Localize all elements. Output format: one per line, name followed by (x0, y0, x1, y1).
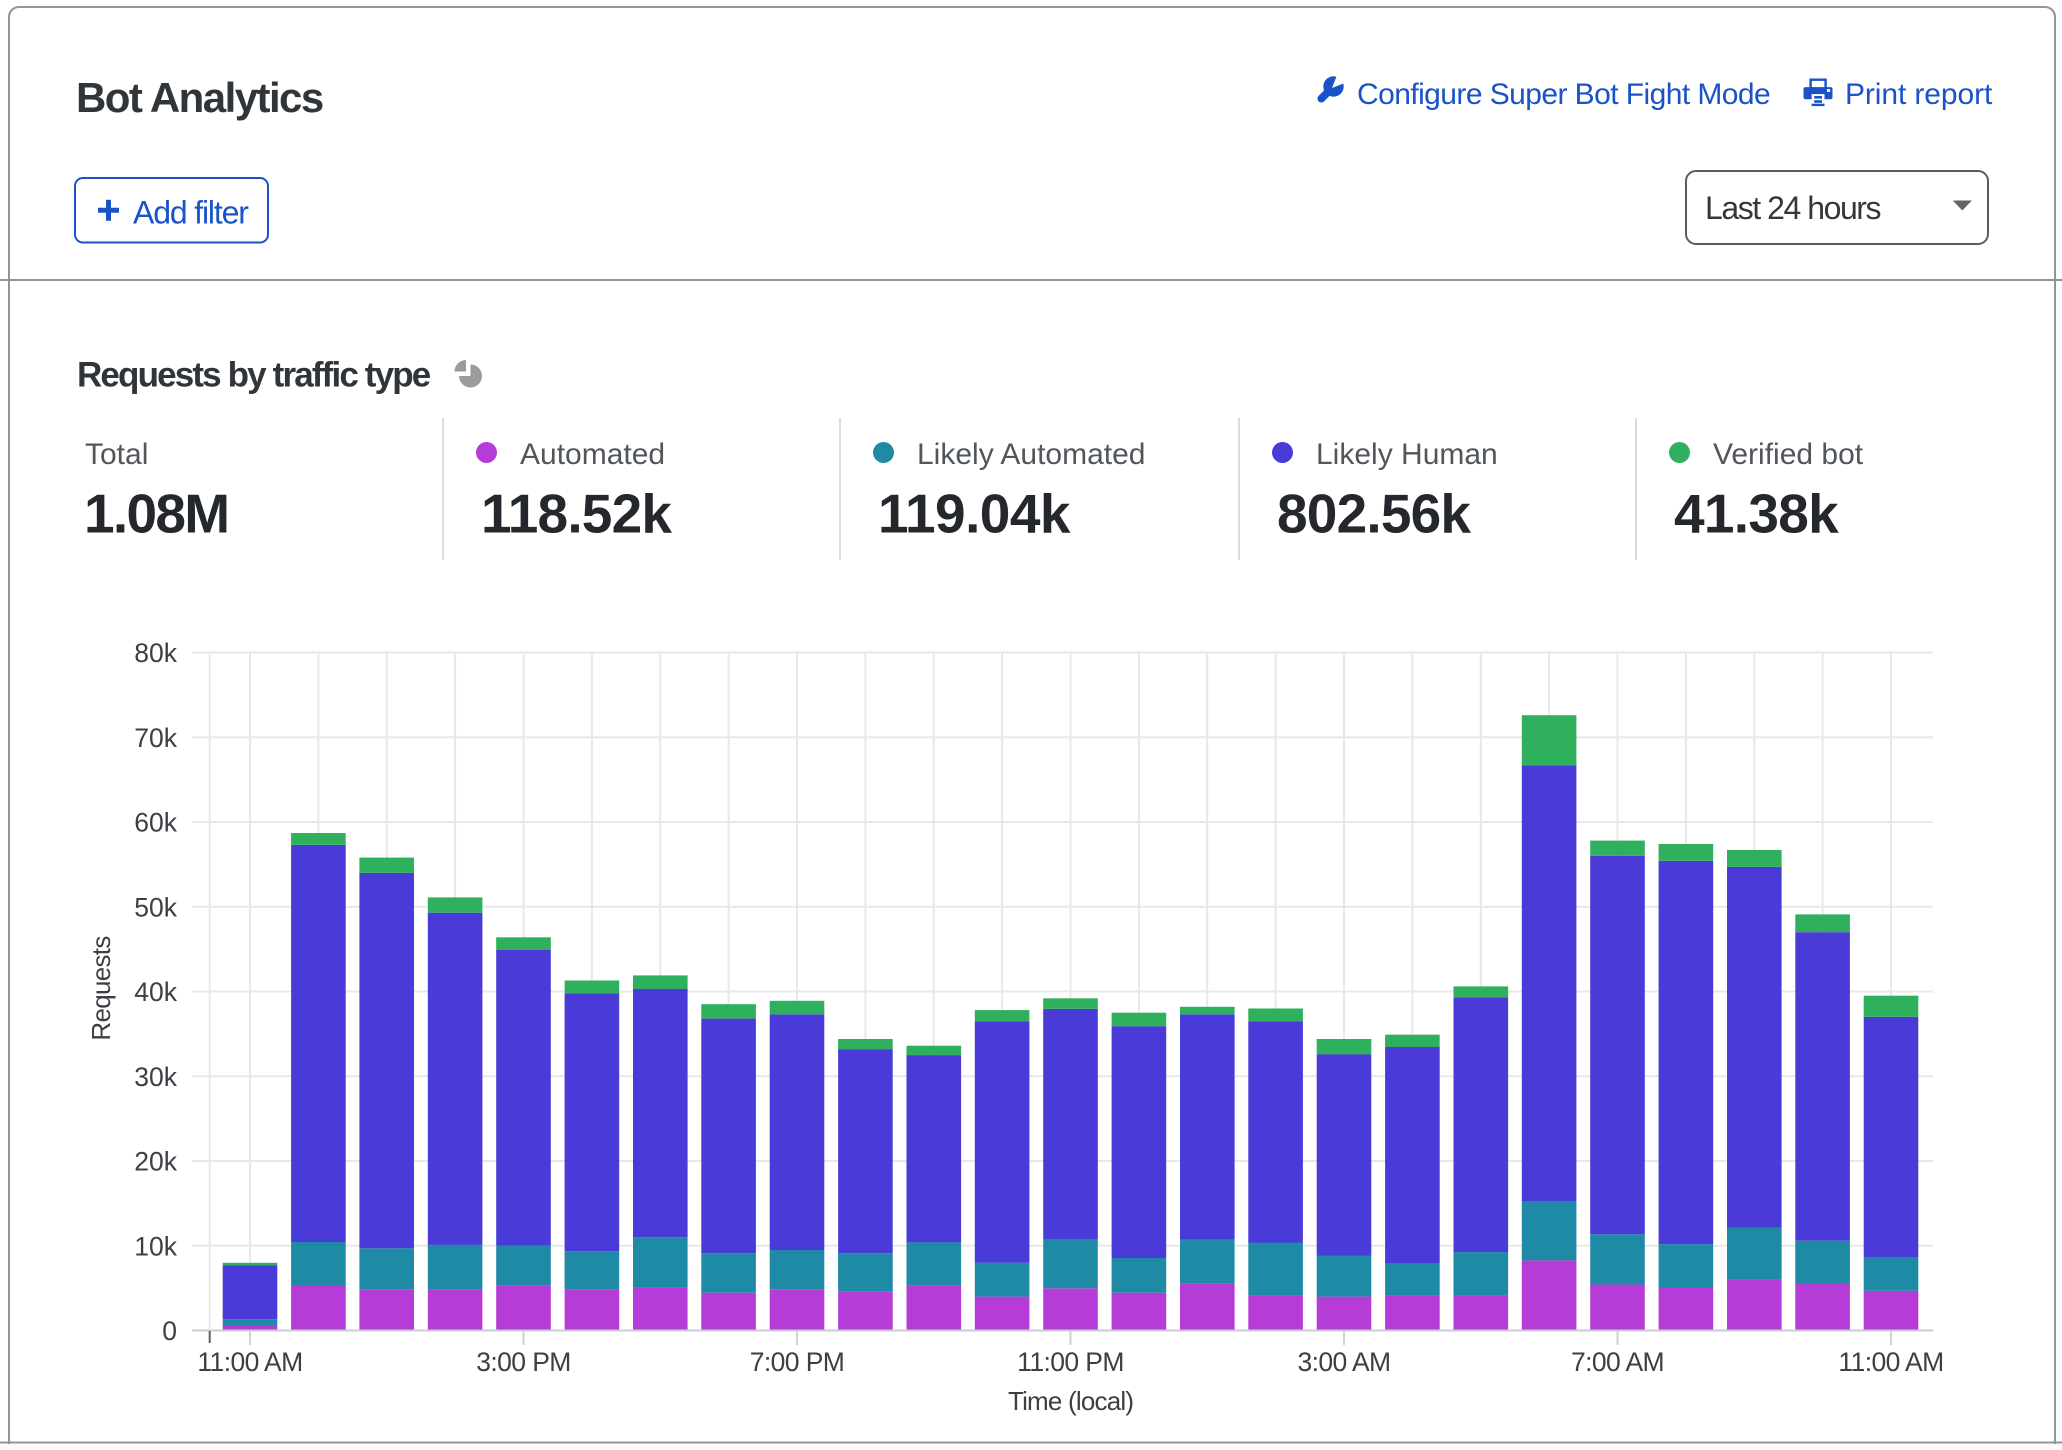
svg-text:70k: 70k (134, 723, 177, 753)
svg-text:80k: 80k (134, 638, 177, 668)
svg-text:802.56k: 802.56k (1277, 483, 1471, 545)
svg-text:1.08M: 1.08M (84, 483, 228, 545)
svg-text:Automated: Automated (520, 438, 665, 471)
svg-text:3:00 PM: 3:00 PM (476, 1347, 571, 1377)
svg-text:Requests: Requests (86, 936, 116, 1041)
svg-text:Time (local): Time (local) (1008, 1386, 1133, 1416)
svg-text:Total: Total (85, 438, 148, 471)
svg-text:7:00 PM: 7:00 PM (750, 1347, 845, 1377)
svg-text:3:00 AM: 3:00 AM (1297, 1347, 1390, 1377)
svg-text:7:00 AM: 7:00 AM (1571, 1347, 1664, 1377)
svg-text:11:00 AM: 11:00 AM (1838, 1347, 1943, 1377)
svg-text:Requests by traffic type: Requests by traffic type (77, 356, 431, 395)
svg-text:Add filter: Add filter (133, 195, 249, 231)
svg-text:119.04k: 119.04k (878, 483, 1071, 545)
svg-text:0: 0 (162, 1316, 177, 1346)
svg-text:Likely Automated: Likely Automated (917, 438, 1145, 471)
svg-text:Last 24 hours: Last 24 hours (1705, 190, 1881, 226)
svg-text:60k: 60k (134, 808, 177, 838)
svg-text:11:00 PM: 11:00 PM (1017, 1347, 1124, 1377)
svg-text:Bot Analytics: Bot Analytics (76, 74, 323, 121)
svg-text:Likely Human: Likely Human (1316, 438, 1498, 471)
svg-text:Configure Super Bot Fight Mode: Configure Super Bot Fight Mode (1357, 78, 1770, 111)
svg-text:118.52k: 118.52k (481, 483, 672, 545)
svg-text:11:00 AM: 11:00 AM (197, 1347, 302, 1377)
svg-text:40k: 40k (134, 977, 177, 1007)
svg-text:Verified bot: Verified bot (1713, 438, 1864, 471)
svg-text:30k: 30k (134, 1062, 177, 1092)
svg-text:Print report: Print report (1845, 78, 1993, 111)
svg-text:10k: 10k (134, 1231, 177, 1261)
svg-text:50k: 50k (134, 892, 177, 922)
svg-text:41.38k: 41.38k (1674, 483, 1839, 545)
svg-text:20k: 20k (134, 1147, 177, 1177)
